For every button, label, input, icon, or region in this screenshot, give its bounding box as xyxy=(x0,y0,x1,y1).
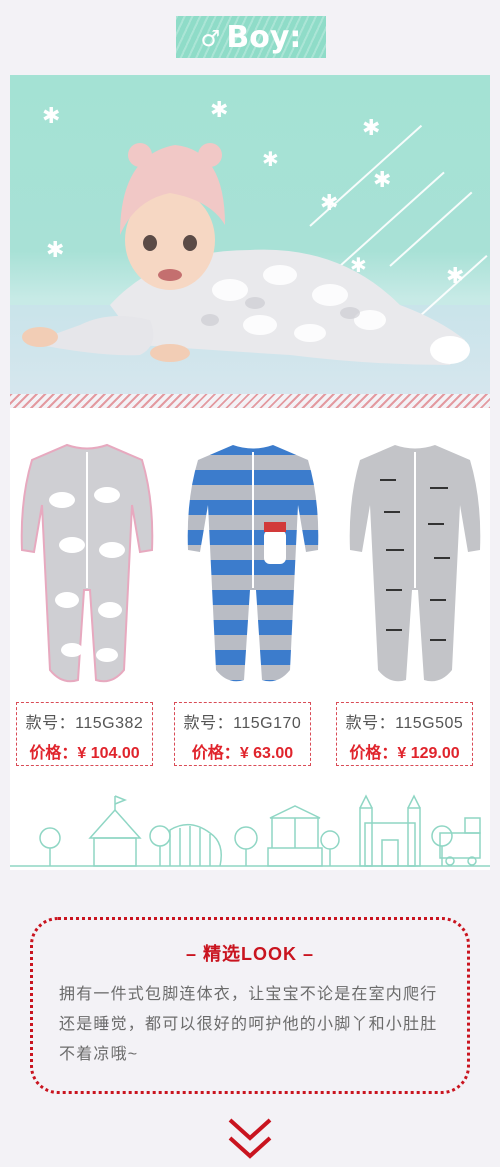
stripe-divider xyxy=(10,394,490,408)
product-sku: 款号：115G505 xyxy=(345,715,464,732)
baby-photo xyxy=(22,143,470,365)
product-sku: 款号：115G170 xyxy=(183,715,302,732)
amusement-park-illustration xyxy=(10,778,490,870)
look-description: 拥有一件式包脚连体衣，让宝宝不论是在室内爬行还是睡觉，都可以很好的呵护他的小脚丫… xyxy=(59,986,438,1063)
product-price: 价格：¥ 129.00 xyxy=(337,739,472,763)
product-sku: 款号：115G382 xyxy=(25,715,144,732)
product-card-2-info[interactable]: 款号：115G170 价格：¥ 63.00 xyxy=(174,702,311,766)
look-title: – 精选LOOK – xyxy=(185,944,315,964)
boy-badge: ♂ Boy: xyxy=(176,16,326,58)
product-price: 价格：¥ 104.00 xyxy=(17,739,152,763)
product-card-3-info[interactable]: 款号：115G505 价格：¥ 129.00 xyxy=(336,702,473,766)
product-image-1[interactable] xyxy=(12,440,162,688)
price-label: 价格： xyxy=(29,745,78,762)
price-value: ¥ 104.00 xyxy=(77,745,140,762)
section-header: ♂ Boy: xyxy=(0,0,500,70)
hero-banner-image: ✱ ✱ ✱ ✱ ✱ ✱ ✱ ✱ ✱ xyxy=(10,75,490,395)
double-chevron-down-icon[interactable] xyxy=(222,1110,278,1166)
product-card-1-info[interactable]: 款号：115G382 价格：¥ 104.00 xyxy=(16,702,153,766)
product-list: 款号：115G382 价格：¥ 104.00 款号：115G170 价格：¥ 6… xyxy=(10,408,490,778)
park-line-drawing xyxy=(10,794,490,867)
price-value: ¥ 63.00 xyxy=(239,745,294,762)
product-image-2[interactable] xyxy=(178,440,328,688)
product-image-3[interactable] xyxy=(340,440,490,688)
section-title: Boy: xyxy=(226,19,302,55)
price-value: ¥ 129.00 xyxy=(397,745,460,762)
male-symbol-icon: ♂ xyxy=(200,26,221,52)
price-label: 价格： xyxy=(191,745,240,762)
price-label: 价格： xyxy=(349,745,398,762)
product-price: 价格：¥ 63.00 xyxy=(175,739,310,763)
featured-look-box: – 精选LOOK – 拥有一件式包脚连体衣，让宝宝不论是在室内爬行还是睡觉，都可… xyxy=(30,917,470,1094)
